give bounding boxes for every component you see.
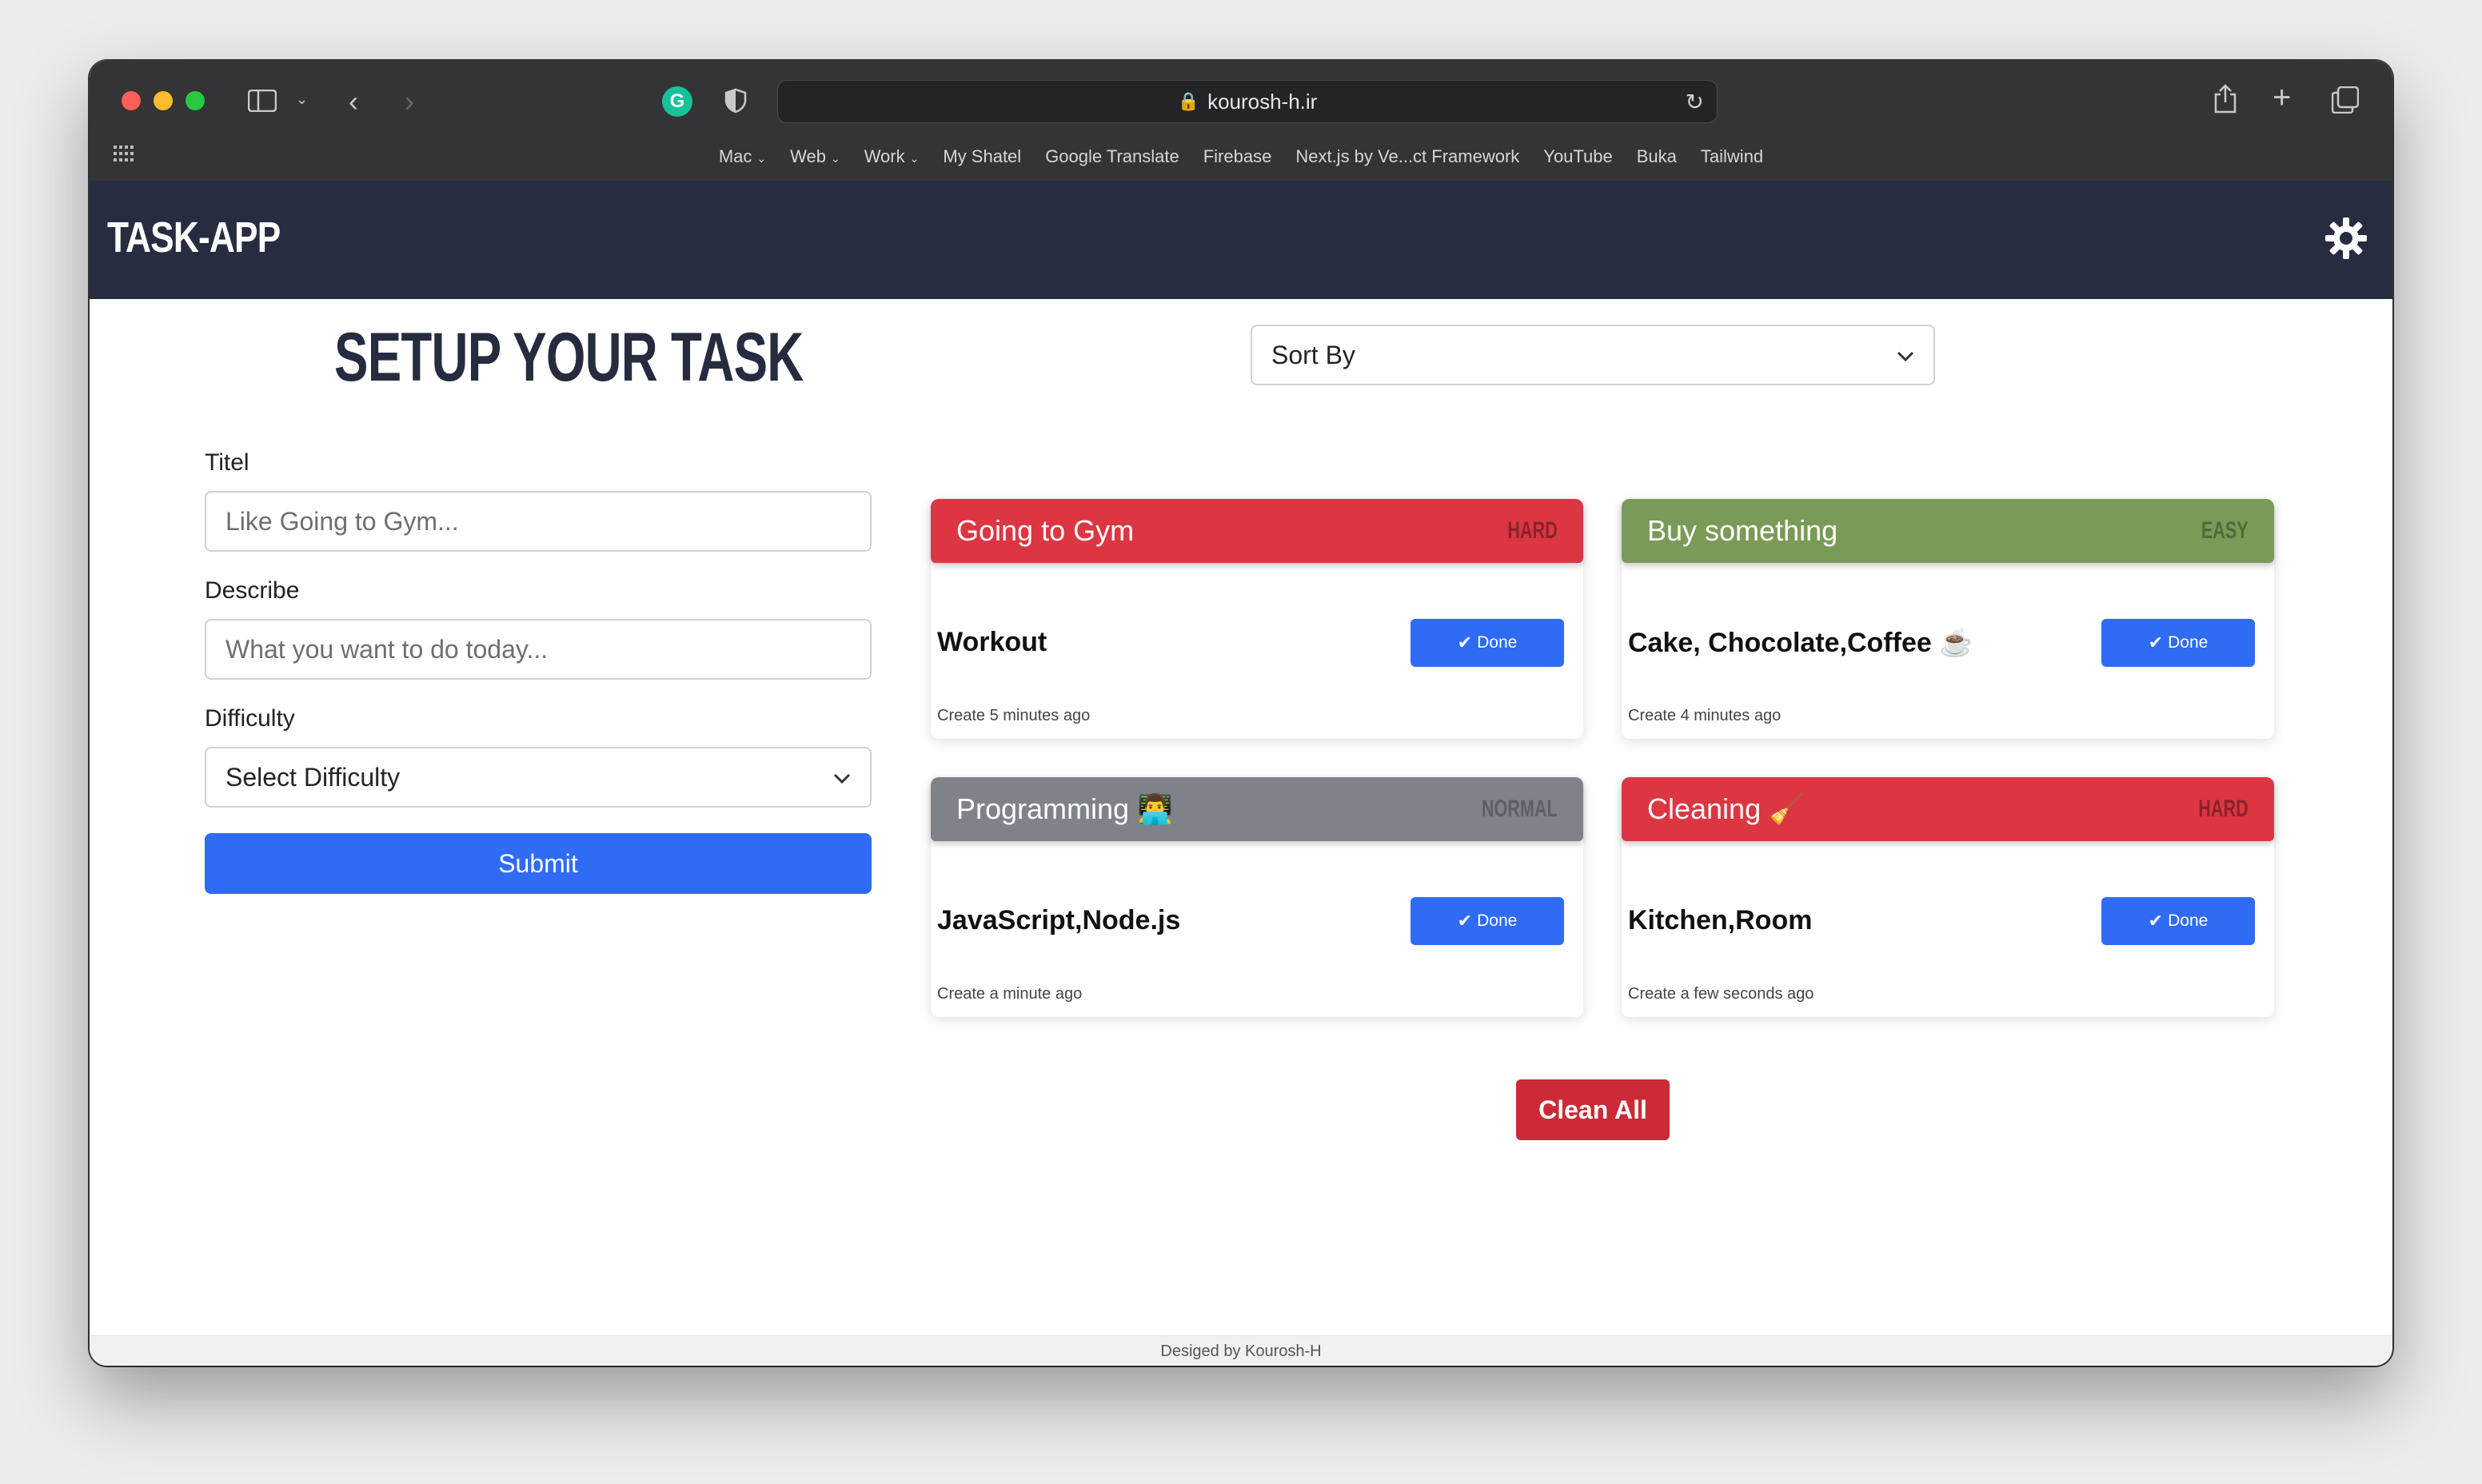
done-button[interactable]: ✔ Done	[2101, 897, 2255, 945]
task-created-time: Create a minute ago	[937, 985, 1083, 1003]
bookmark-tailwind[interactable]: Tailwind	[1701, 146, 1763, 167]
tab-overview-icon[interactable]	[2332, 86, 2359, 114]
task-card-header: Programming 👨‍💻 NORMAL	[931, 777, 1583, 841]
task-created-time: Create 5 minutes ago	[937, 707, 1091, 724]
bookmark-mac[interactable]: Mac ⌄	[719, 146, 766, 167]
check-icon: ✔	[2148, 632, 2164, 652]
page-footer: Desiged by Kourosh-H	[90, 1335, 2392, 1366]
done-label: Done	[1477, 633, 1518, 652]
submit-button[interactable]: Submit	[205, 833, 872, 894]
done-button[interactable]: ✔ Done	[1411, 619, 1564, 667]
privacy-shield-icon[interactable]	[724, 88, 747, 114]
share-icon[interactable]	[2213, 83, 2237, 114]
chevron-down-icon	[1897, 343, 1914, 368]
task-description: Cake, Chocolate,Coffee ☕	[1628, 628, 1973, 658]
task-difficulty-badge: HARD	[2198, 796, 2249, 822]
task-card: Programming 👨‍💻 NORMAL JavaScript,Node.j…	[931, 777, 1583, 1017]
task-description: Workout	[937, 627, 1047, 657]
task-title: Programming 👨‍💻	[956, 792, 1173, 825]
sort-select-value: Sort By	[1271, 340, 1355, 369]
done-label: Done	[2168, 633, 2209, 652]
task-card-header: Buy something EASY	[1622, 499, 2274, 563]
sidebar-toggle-icon[interactable]	[246, 88, 278, 114]
check-icon: ✔	[2148, 911, 2164, 931]
lock-icon: 🔒	[1177, 91, 1200, 111]
chevron-down-icon: ⌄	[756, 152, 767, 165]
task-created-time: Create a few seconds ago	[1628, 985, 1814, 1003]
describe-input[interactable]: What you want to do today...	[205, 619, 872, 680]
bookmark-buka[interactable]: Buka	[1637, 146, 1677, 167]
bookmark-label: Work	[864, 146, 905, 166]
task-description: Kitchen,Room	[1628, 905, 1813, 935]
back-icon[interactable]: ‹	[349, 85, 358, 118]
task-card-header: Going to Gym HARD	[931, 499, 1583, 563]
bookmarks-bar: Mac ⌄ Web ⌄ Work ⌄ My Shatel Google Transla…	[90, 139, 2392, 174]
app-navbar: TASK-APP	[90, 181, 2392, 299]
minimize-window-button[interactable]	[154, 91, 173, 110]
bookmark-label: Mac	[718, 146, 752, 166]
done-label: Done	[1477, 912, 1518, 930]
task-card: Buy something EASY Cake, Chocolate,Coffe…	[1622, 499, 2274, 739]
difficulty-select[interactable]: Select Difficulty	[205, 747, 872, 808]
done-button[interactable]: ✔ Done	[2101, 619, 2255, 667]
form-title: SETUP YOUR TASK	[334, 319, 804, 396]
task-card-header: Cleaning 🧹 HARD	[1622, 777, 2274, 841]
bookmark-google-translate[interactable]: Google Translate	[1045, 146, 1179, 167]
browser-toolbar: ⌄ ‹ › G 🔒 kourosh-h.ir ↻ + Mac ⌄ Web ⌄ W…	[90, 61, 2392, 181]
browser-window: ⌄ ‹ › G 🔒 kourosh-h.ir ↻ + Mac ⌄ Web ⌄ W…	[90, 61, 2392, 1366]
check-icon: ✔	[1457, 911, 1473, 931]
app-brand[interactable]: TASK-APP	[107, 213, 281, 262]
grammarly-extension-icon[interactable]: G	[662, 86, 692, 117]
task-difficulty-badge: EASY	[2201, 517, 2249, 544]
difficulty-label: Difficulty	[205, 705, 295, 732]
task-card: Cleaning 🧹 HARD Kitchen,Room ✔ Done Crea…	[1622, 777, 2274, 1017]
sort-select[interactable]: Sort By	[1251, 325, 1935, 385]
title-label: Titel	[205, 449, 249, 476]
bookmark-nextjs[interactable]: Next.js by Ve...ct Framework	[1295, 146, 1519, 167]
chevron-down-icon	[833, 765, 851, 790]
task-difficulty-badge: HARD	[1507, 517, 1558, 544]
chevron-down-icon: ⌄	[909, 152, 920, 165]
address-bar[interactable]: 🔒 kourosh-h.ir ↻	[777, 80, 1718, 123]
zoom-window-button[interactable]	[186, 91, 205, 110]
gear-icon[interactable]	[2324, 216, 2368, 261]
close-window-button[interactable]	[122, 91, 141, 110]
done-label: Done	[2168, 912, 2209, 930]
reload-icon[interactable]: ↻	[1686, 89, 1704, 115]
task-difficulty-badge: NORMAL	[1482, 796, 1558, 822]
difficulty-select-value: Select Difficulty	[225, 762, 401, 792]
bookmark-work[interactable]: Work ⌄	[864, 146, 920, 167]
new-tab-icon[interactable]: +	[2273, 80, 2291, 116]
title-input[interactable]: Like Going to Gym...	[205, 491, 872, 552]
bookmark-web[interactable]: Web ⌄	[790, 146, 840, 167]
page-content: SETUP YOUR TASK Titel Like Going to Gym.…	[90, 299, 2392, 1335]
task-title: Cleaning 🧹	[1647, 792, 1805, 825]
check-icon: ✔	[1457, 632, 1473, 652]
chevron-down-icon[interactable]: ⌄	[296, 91, 308, 108]
done-button[interactable]: ✔ Done	[1411, 897, 1564, 945]
task-title: Going to Gym	[956, 514, 1135, 547]
forward-icon[interactable]: ›	[405, 85, 414, 118]
url-text: kourosh-h.ir	[1207, 89, 1318, 114]
task-description: JavaScript,Node.js	[937, 905, 1181, 935]
chevron-down-icon: ⌄	[830, 152, 840, 165]
bookmark-my-shatel[interactable]: My Shatel	[943, 146, 1021, 167]
bookmark-youtube[interactable]: YouTube	[1543, 146, 1612, 167]
bookmark-label: Web	[790, 146, 826, 166]
describe-label: Describe	[205, 577, 300, 604]
clean-all-button[interactable]: Clean All	[1516, 1079, 1670, 1140]
bookmark-firebase[interactable]: Firebase	[1203, 146, 1272, 167]
task-card: Going to Gym HARD Workout ✔ Done Create …	[931, 499, 1583, 739]
task-form: Titel Like Going to Gym... Describe What…	[205, 449, 872, 894]
task-title: Buy something	[1647, 514, 1838, 547]
task-created-time: Create 4 minutes ago	[1628, 707, 1782, 724]
